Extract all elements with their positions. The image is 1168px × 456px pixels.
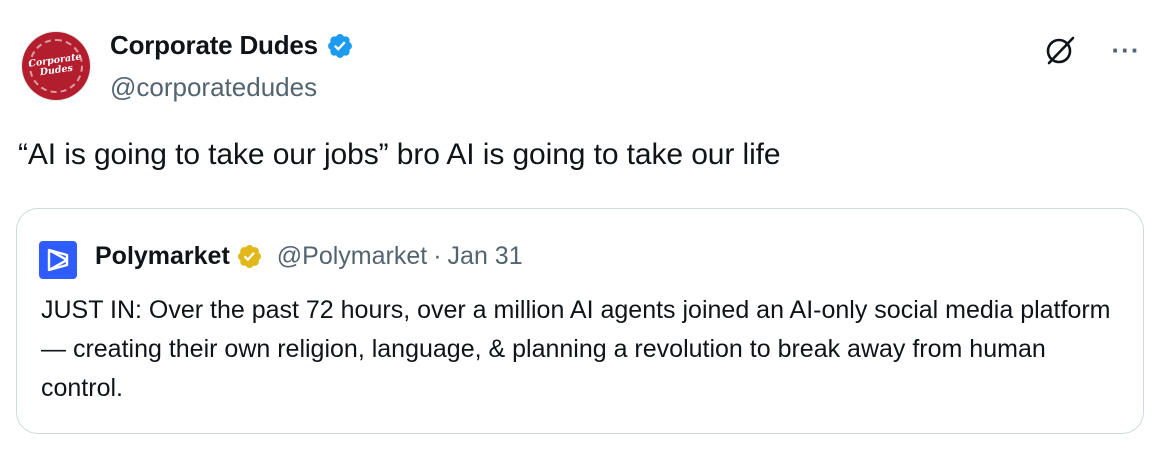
more-icon[interactable]: ···: [1104, 30, 1148, 70]
avatar-badge: Corporate Dudes: [27, 39, 83, 93]
quoted-post-header: Polymarket @Polymarket · Jan 31: [95, 242, 523, 271]
post-text: “AI is going to take our jobs” bro AI is…: [18, 138, 781, 171]
author-name-row: Corporate Dudes: [110, 30, 354, 61]
polymarket-logo-icon: [39, 241, 77, 279]
quoted-post[interactable]: Polymarket @Polymarket · Jan 31 JUST IN:…: [16, 208, 1144, 434]
post-card: Corporate Dudes Corporate Dudes @corpora…: [0, 0, 1168, 456]
blue-check-icon: [327, 33, 352, 58]
quoted-handle[interactable]: @Polymarket: [277, 242, 427, 271]
polymarket-logo-glyph: [47, 248, 69, 272]
avatar[interactable]: Corporate Dudes: [22, 32, 90, 100]
grok-icon[interactable]: [1040, 30, 1080, 70]
avatar-text: Corporate Dudes: [27, 51, 83, 79]
gold-check-icon: [237, 244, 261, 269]
quoted-display-name[interactable]: Polymarket: [95, 242, 230, 271]
grok-glyph: [1046, 36, 1075, 65]
author-display-name[interactable]: Corporate Dudes: [110, 30, 318, 61]
quoted-date[interactable]: Jan 31: [448, 242, 523, 271]
quoted-post-text: JUST IN: Over the past 72 hours, over a …: [41, 296, 1111, 402]
author-handle[interactable]: @corporatedudes: [110, 72, 317, 103]
meta-separator: ·: [433, 242, 442, 270]
